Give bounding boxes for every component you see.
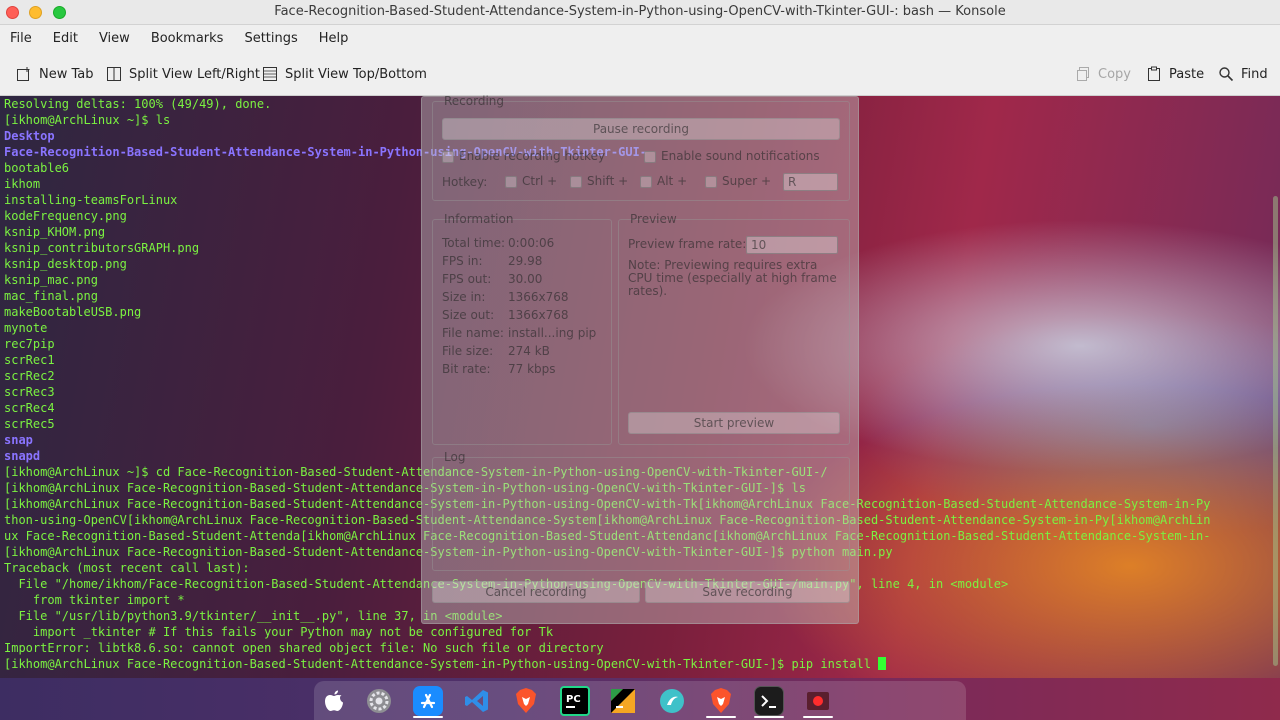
super-label: Super + [722, 174, 772, 188]
vscode-icon[interactable] [462, 686, 492, 716]
app-store-running-indicator [413, 716, 443, 718]
super-checkbox[interactable] [705, 176, 717, 188]
split-top-bottom-label: Split View Top/Bottom [285, 66, 427, 82]
pause-recording-button[interactable]: Pause recording [442, 118, 840, 140]
copy-label: Copy [1098, 66, 1131, 82]
menu-view[interactable]: View [99, 31, 130, 46]
alt-checkbox[interactable] [640, 176, 652, 188]
alt-label: Alt + [657, 174, 688, 188]
toolbar: New Tab Split View Left/Right Split View… [0, 52, 1280, 96]
enable-sound-checkbox[interactable] [644, 151, 656, 163]
window-title: Face-Recognition-Based-Student-Attendanc… [274, 4, 1006, 19]
ctrl-label: Ctrl + [522, 174, 558, 188]
terminal-scrollbar[interactable] [1273, 196, 1278, 666]
brave-icon[interactable] [511, 686, 541, 716]
search-icon [1219, 67, 1234, 82]
terminal-running-indicator [754, 716, 784, 718]
preview-rate-label: Preview frame rate: [628, 237, 747, 251]
save-recording-button[interactable]: Save recording [645, 581, 850, 603]
pycharm-icon[interactable]: PC [560, 686, 590, 716]
preview-note: Note: Previewing requires extra CPU time… [628, 258, 837, 298]
new-tab-label: New Tab [39, 66, 94, 82]
info-label: File size: [442, 344, 494, 358]
new-tab-button[interactable]: New Tab [16, 66, 94, 82]
kotlin-icon[interactable] [608, 686, 638, 716]
start-preview-button[interactable]: Start preview [628, 412, 840, 434]
menu-help[interactable]: Help [319, 31, 349, 46]
info-value: 1366x768 [508, 290, 569, 304]
shift-label: Shift + [587, 174, 629, 188]
info-label: Size in: [442, 290, 486, 304]
copy-icon [1077, 67, 1089, 81]
info-label: File name: [442, 326, 504, 340]
new-tab-icon [17, 67, 30, 81]
screen-recorder-overlay: Recording Pause recording Enable recordi… [421, 94, 859, 624]
ctrl-checkbox[interactable] [505, 176, 517, 188]
menu-bar: File Edit View Bookmarks Settings Help [0, 25, 1280, 52]
split-horizontal-icon [263, 67, 277, 81]
hotkey-key-select[interactable]: R [783, 173, 838, 191]
cancel-recording-button[interactable]: Cancel recording [432, 581, 640, 603]
info-value: 274 kB [508, 344, 550, 358]
recorder-running-indicator [803, 716, 833, 718]
info-label: FPS in: [442, 254, 483, 268]
info-label: Total time: [442, 236, 505, 250]
enable-sound-label: Enable sound notifications [661, 149, 820, 163]
paste-label: Paste [1169, 66, 1205, 82]
info-value: install...ing pip [508, 326, 597, 340]
terminal-line: ImportError: libtk8.6.so: cannot open sh… [4, 641, 604, 655]
info-value: 0:00:06 [508, 236, 555, 250]
menu-settings[interactable]: Settings [244, 31, 297, 46]
hotkey-label: Hotkey: [442, 175, 488, 189]
dock [314, 681, 966, 720]
shift-checkbox[interactable] [570, 176, 582, 188]
paste-icon [1148, 66, 1160, 81]
system-settings-icon[interactable] [364, 686, 394, 716]
menu-file[interactable]: File [10, 31, 32, 46]
find-label: Find [1241, 66, 1268, 82]
apple-icon[interactable] [319, 686, 349, 716]
info-label: Bit rate: [442, 362, 491, 376]
enable-hotkey-checkbox[interactable] [442, 151, 454, 163]
menu-edit[interactable]: Edit [53, 31, 78, 46]
terminal-icon[interactable] [754, 686, 784, 716]
info-value: 77 kbps [508, 362, 556, 376]
find-button[interactable]: Find [1218, 66, 1268, 82]
information-title: Information [444, 212, 514, 226]
info-value: 1366x768 [508, 308, 569, 322]
log-title: Log [444, 450, 466, 464]
preview-title: Preview [630, 212, 677, 226]
title-bar: Face-Recognition-Based-Student-Attendanc… [0, 0, 1280, 25]
log-group: Log [432, 450, 850, 571]
brave-running-indicator [706, 716, 736, 718]
enable-hotkey-label: Enable recording hotkey [459, 149, 606, 163]
recording-title: Recording [444, 94, 505, 108]
menu-bookmarks[interactable]: Bookmarks [151, 31, 224, 46]
app-store-icon[interactable] [413, 686, 443, 716]
recorder-icon[interactable] [803, 686, 833, 716]
split-left-right-label: Split View Left/Right [129, 66, 261, 82]
info-value: 30.00 [508, 272, 543, 286]
split-top-bottom-button[interactable]: Split View Top/Bottom [262, 66, 427, 82]
copy-button[interactable]: Copy [1075, 66, 1131, 82]
svg-text:PC: PC [566, 694, 581, 705]
brave-browser-icon[interactable] [706, 686, 736, 716]
info-label: FPS out: [442, 272, 492, 286]
cleaner-icon[interactable] [657, 686, 687, 716]
paste-button[interactable]: Paste [1146, 66, 1204, 82]
info-value: 29.98 [508, 254, 543, 268]
preview-rate-input[interactable]: 10 [746, 236, 838, 254]
terminal-line: import _tkinter # If this fails your Pyt… [4, 625, 554, 639]
terminal-cursor [878, 657, 887, 670]
info-label: Size out: [442, 308, 495, 322]
split-vertical-icon [107, 67, 121, 81]
split-left-right-button[interactable]: Split View Left/Right [106, 66, 260, 82]
terminal-line: [ikhom@ArchLinux Face-Recognition-Based-… [4, 656, 1211, 672]
